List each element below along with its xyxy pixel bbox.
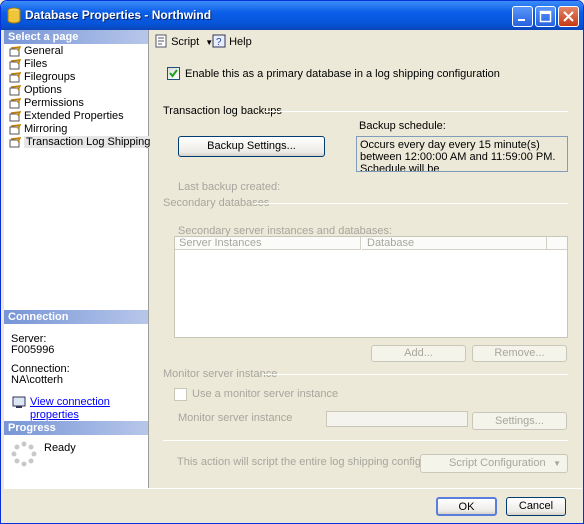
page-icon xyxy=(9,59,21,70)
enable-primary-checkbox[interactable] xyxy=(167,67,180,80)
progress-section: Progress Ready xyxy=(4,421,148,467)
cancel-button[interactable]: Cancel xyxy=(506,497,566,516)
add-button[interactable]: Add... xyxy=(371,345,466,362)
page-item-options[interactable]: Options xyxy=(4,84,148,97)
checkmark-icon xyxy=(169,69,178,78)
monitor-instance-label: Monitor server instance xyxy=(178,412,293,424)
page-item-permissions[interactable]: Permissions xyxy=(4,97,148,110)
toolbar: Script ▼ ? Help xyxy=(150,30,582,52)
script-button[interactable]: Script ▼ xyxy=(154,34,213,49)
page-icon xyxy=(9,46,21,57)
left-pane: Select a page General Files Filegroups O… xyxy=(4,30,153,488)
connection-section: Connection Server: F005996 Connection: N… xyxy=(4,310,148,422)
script-configuration-button[interactable]: Script Configuration ▼ xyxy=(420,454,568,473)
backup-schedule-label: Backup schedule: xyxy=(359,120,446,132)
page-item-files[interactable]: Files xyxy=(4,58,148,71)
close-button[interactable] xyxy=(558,6,579,27)
secondary-databases-grid[interactable]: Server Instances Database xyxy=(174,236,568,338)
use-monitor-checkbox[interactable] xyxy=(174,388,187,401)
progress-status: Ready xyxy=(44,442,76,454)
script-configuration-dropdown-icon[interactable]: ▼ xyxy=(553,455,561,472)
column-header-filler xyxy=(547,237,567,250)
minimize-button[interactable] xyxy=(512,6,533,27)
dialog-window: Database Properties - Northwind Select a… xyxy=(0,0,584,524)
page-icon xyxy=(9,85,21,96)
page-icon xyxy=(9,111,21,122)
help-icon: ? xyxy=(212,34,226,48)
main-pane: Script ▼ ? Help Enable this as a primary… xyxy=(150,30,582,488)
transaction-log-section-title: Transaction log backups xyxy=(163,105,282,117)
title-bar[interactable]: Database Properties - Northwind xyxy=(1,1,583,30)
last-backup-label: Last backup created: xyxy=(178,181,281,193)
page-item-general[interactable]: General xyxy=(4,45,148,58)
minimize-icon xyxy=(518,19,525,21)
select-page-header: Select a page xyxy=(4,30,148,44)
section-divider xyxy=(163,440,568,441)
remove-button[interactable]: Remove... xyxy=(472,345,567,362)
connection-value: NA\cotterh xyxy=(11,374,63,386)
svg-text:?: ? xyxy=(216,37,222,48)
maximize-button[interactable] xyxy=(535,6,556,27)
footer: OK Cancel xyxy=(4,488,582,522)
page-icon xyxy=(9,98,21,109)
help-button[interactable]: ? Help xyxy=(212,34,252,49)
database-icon xyxy=(7,7,21,24)
progress-header: Progress xyxy=(4,421,148,435)
monitor-instance-field[interactable] xyxy=(326,411,468,427)
page-list: General Files Filegroups Options Permiss… xyxy=(4,44,153,149)
server-value: F005996 xyxy=(11,344,55,356)
page-item-transaction-log-shipping[interactable]: Transaction Log Shipping xyxy=(4,136,153,149)
close-icon xyxy=(563,11,574,22)
section-divider xyxy=(254,203,568,204)
monitor-section-title: Monitor server instance xyxy=(163,368,278,380)
script-icon xyxy=(155,34,167,48)
script-note-label: This action will script the entire log s… xyxy=(177,456,458,468)
connection-header: Connection xyxy=(4,310,148,324)
page-icon xyxy=(9,124,21,135)
view-connection-properties-link[interactable]: View connection properties xyxy=(4,396,148,422)
section-divider xyxy=(263,374,568,375)
column-header-database[interactable]: Database xyxy=(362,237,547,250)
monitor-settings-button[interactable]: Settings... xyxy=(472,412,567,430)
backup-schedule-field: Occurs every day every 15 minute(s) betw… xyxy=(356,136,568,172)
page-item-filegroups[interactable]: Filegroups xyxy=(4,71,148,84)
page-icon xyxy=(9,72,21,83)
progress-spinner-icon xyxy=(11,441,37,467)
backup-settings-button[interactable]: Backup Settings... xyxy=(178,136,325,157)
page-icon xyxy=(9,137,21,148)
maximize-icon xyxy=(539,10,552,23)
window-title: Database Properties - Northwind xyxy=(25,8,212,22)
ok-button[interactable]: OK xyxy=(436,497,497,516)
page-item-extended-properties[interactable]: Extended Properties xyxy=(4,110,148,123)
section-divider xyxy=(265,111,568,112)
connection-properties-icon xyxy=(12,396,26,408)
page-item-mirroring[interactable]: Mirroring xyxy=(4,123,148,136)
enable-primary-label: Enable this as a primary database in a l… xyxy=(185,68,500,80)
use-monitor-label: Use a monitor server instance xyxy=(192,388,339,400)
column-header-server-instances[interactable]: Server Instances xyxy=(175,237,361,250)
